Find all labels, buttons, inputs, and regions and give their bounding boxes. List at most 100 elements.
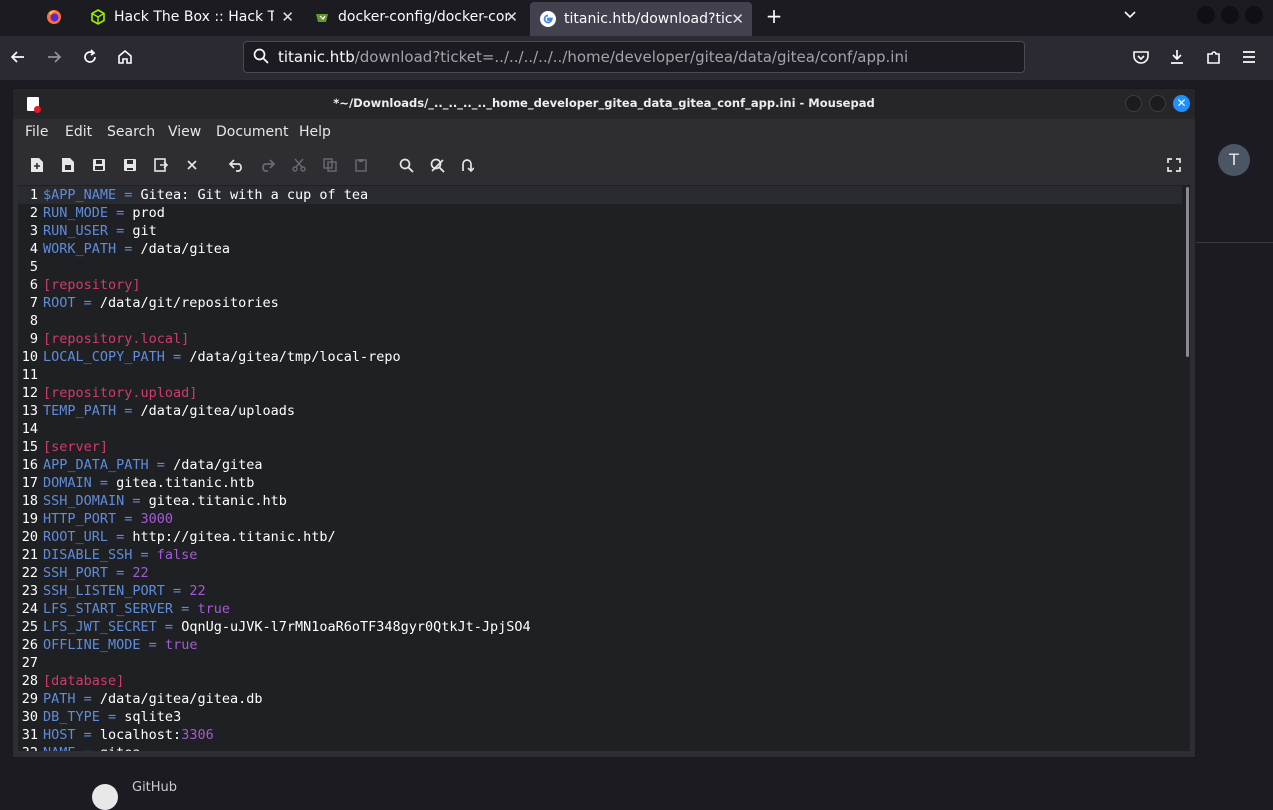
new-tab-plus-icon[interactable]: + [763, 4, 785, 30]
line-number: 24 [21, 601, 38, 617]
extensions-puzzle-icon[interactable] [1202, 45, 1226, 69]
config-key: RUN_MODE [43, 205, 109, 221]
tab-list-chevron-icon[interactable] [1122, 6, 1142, 26]
code-line: 13 TEMP_PATH = /data/gitea/uploads [18, 402, 295, 420]
equals-operator: = [148, 457, 174, 473]
menu-help[interactable]: Help [299, 124, 331, 140]
toolbar [13, 147, 1195, 183]
line-content: LOCAL_COPY_PATH = /data/gitea/tmp/local-… [43, 348, 401, 366]
config-key: OFFLINE_MODE [43, 637, 141, 653]
save-as-icon[interactable] [121, 156, 139, 174]
new-document-icon[interactable] [28, 156, 46, 174]
forward-arrow-icon[interactable] [42, 45, 66, 69]
new-window-icon[interactable] [59, 156, 77, 174]
config-key: TEMP_PATH [43, 403, 117, 419]
line-number: 30 [21, 709, 38, 725]
tab-docker-config[interactable]: docker-config/docker-com ✕ [304, 0, 526, 34]
revert-icon[interactable] [152, 156, 170, 174]
line-content: RUN_USER = git [43, 222, 157, 240]
config-value: true [197, 601, 230, 617]
line-content: HTTP_PORT = 3000 [43, 510, 173, 528]
config-key: DOMAIN [43, 475, 92, 491]
code-line: 27 [18, 654, 38, 672]
window-maximize-button[interactable] [1221, 6, 1239, 24]
tab-hackthebox[interactable]: Hack The Box :: Hack The B ✕ [80, 0, 302, 34]
find-icon[interactable] [397, 156, 415, 174]
tab-close-icon[interactable]: ✕ [505, 8, 518, 26]
line-content: [repository.local] [43, 330, 189, 348]
mousepad-maximize-button[interactable] [1149, 95, 1166, 112]
config-key: SSH_PORT [43, 565, 109, 581]
mousepad-minimize-button[interactable] [1125, 95, 1142, 112]
code-line: 30 DB_TYPE = sqlite3 [18, 708, 181, 726]
code-line: 4 WORK_PATH = /data/gitea [18, 240, 230, 258]
user-avatar[interactable]: T [1218, 144, 1250, 176]
tab-titanic-download[interactable]: titanic.htb/download?tick ✕ [530, 2, 752, 36]
line-content: [repository.upload] [43, 384, 197, 402]
code-line: 19 HTTP_PORT = 3000 [18, 510, 173, 528]
equals-operator: = [140, 637, 165, 653]
line-content: ROOT_URL = http://gitea.titanic.htb/ [43, 528, 336, 546]
line-content: SSH_LISTEN_PORT = 22 [43, 582, 206, 600]
window-minimize-button[interactable] [1197, 6, 1215, 24]
code-line: 23 SSH_LISTEN_PORT = 22 [18, 582, 206, 600]
config-key: $APP_NAME [43, 187, 117, 203]
hamburger-menu-icon[interactable] [1237, 45, 1261, 69]
config-value: /data/gitea [173, 457, 263, 473]
equals-operator: = [132, 547, 157, 563]
line-content: [repository] [43, 276, 141, 294]
close-document-icon[interactable] [183, 156, 201, 174]
tab-close-icon[interactable]: ✕ [281, 8, 294, 26]
config-value: sqlite3 [124, 709, 182, 725]
code-line: 17 DOMAIN = gitea.titanic.htb [18, 474, 255, 492]
cut-icon[interactable] [290, 156, 308, 174]
config-key: LOCAL_COPY_PATH [43, 349, 165, 365]
menu-edit[interactable]: Edit [65, 124, 92, 140]
fullscreen-icon[interactable] [1165, 156, 1183, 174]
url-bar[interactable]: titanic.htb/download?ticket=../../../../… [243, 41, 1025, 73]
undo-icon[interactable] [228, 156, 246, 174]
code-line: 31 HOST = localhost:3306 [18, 726, 214, 744]
equals-operator: = [116, 403, 141, 419]
config-value: /data/gitea [140, 241, 230, 257]
mousepad-titlebar[interactable]: *~/Downloads/_.._.._.._.._home_developer… [13, 89, 1195, 119]
home-icon[interactable] [113, 45, 137, 69]
footer-link[interactable]: GitHub [132, 780, 177, 795]
config-value: false [156, 547, 198, 563]
downloads-icon[interactable] [1165, 45, 1189, 69]
config-key: HTTP_PORT [43, 511, 117, 527]
menu-file[interactable]: File [25, 124, 48, 140]
paste-icon[interactable] [352, 156, 370, 174]
tab-close-icon[interactable]: ✕ [731, 10, 744, 28]
go-to-line-icon[interactable] [458, 156, 476, 174]
browser-nav-bar: titanic.htb/download?ticket=../../../../… [0, 36, 1273, 80]
line-content: ROOT = /data/git/repositories [43, 294, 279, 312]
save-icon[interactable] [90, 156, 108, 174]
back-arrow-icon[interactable] [6, 45, 30, 69]
vertical-scrollbar[interactable] [1186, 187, 1189, 357]
menu-document[interactable]: Document [216, 124, 289, 140]
config-value: /data/gitea/uploads [140, 403, 295, 419]
line-number: 11 [21, 367, 38, 383]
menu-view[interactable]: View [168, 124, 201, 140]
redo-icon[interactable] [258, 156, 276, 174]
pocket-icon[interactable] [1129, 45, 1153, 69]
line-number: 9 [29, 331, 38, 347]
reload-icon[interactable] [78, 45, 102, 69]
menu-search[interactable]: Search [107, 124, 155, 140]
text-editor[interactable]: 1 $APP_NAME = Gitea: Git with a cup of te… [18, 185, 1190, 751]
mousepad-close-button[interactable]: ✕ [1173, 95, 1190, 112]
copy-icon[interactable] [321, 156, 339, 174]
firefox-logo-tab[interactable] [36, 0, 74, 34]
config-key: LFS_START_SERVER [43, 601, 174, 617]
window-close-button[interactable] [1245, 6, 1263, 24]
line-content: HOST = localhost:3306 [43, 726, 214, 744]
find-replace-icon[interactable] [428, 156, 446, 174]
line-number: 31 [21, 727, 38, 743]
line-content: RUN_MODE = prod [43, 204, 165, 222]
window-title: *~/Downloads/_.._.._.._.._home_developer… [333, 96, 875, 110]
line-number: 26 [21, 637, 38, 653]
code-line: 7 ROOT = /data/git/repositories [18, 294, 279, 312]
divider [1196, 242, 1273, 243]
line-number: 29 [21, 691, 38, 707]
